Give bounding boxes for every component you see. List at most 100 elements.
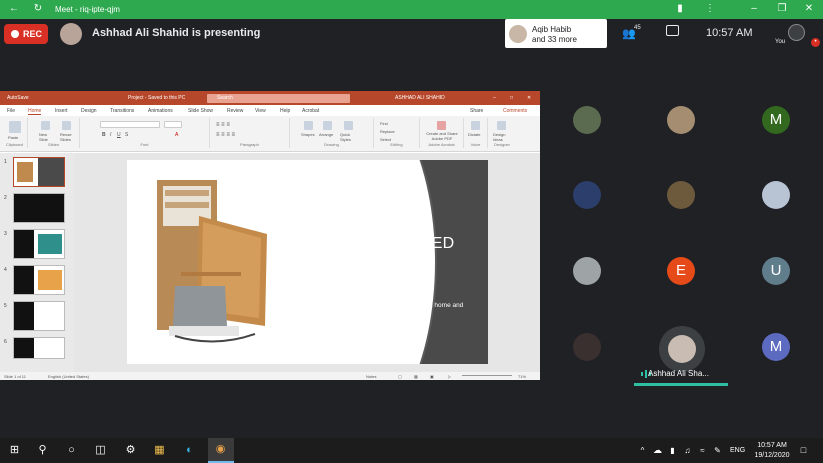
close-icon[interactable]: ✕ bbox=[803, 3, 815, 15]
share-button[interactable]: Share bbox=[470, 108, 483, 114]
chat-icon[interactable] bbox=[666, 25, 679, 36]
participant-avatar[interactable] bbox=[573, 106, 601, 134]
slide-number: 2 bbox=[4, 195, 7, 201]
slide-number: 1 bbox=[4, 159, 7, 165]
settings-gear-icon[interactable]: ⚙ bbox=[124, 444, 137, 457]
meeting-clock: 10:57 AM bbox=[706, 27, 753, 39]
maximize-icon[interactable]: ❐ bbox=[776, 3, 788, 15]
bold-icon[interactable]: B bbox=[102, 132, 106, 138]
self-avatar[interactable] bbox=[788, 24, 805, 41]
slide-thumbnail-2[interactable] bbox=[13, 193, 65, 223]
reading-view-icon[interactable]: ▣ bbox=[430, 374, 434, 379]
paste-icon[interactable] bbox=[9, 121, 21, 133]
design-ideas-icon[interactable] bbox=[497, 121, 506, 130]
participants-card[interactable]: Aqib Habib and 33 more bbox=[505, 19, 607, 48]
search-icon[interactable]: ⚲ bbox=[36, 444, 49, 457]
tab-help[interactable]: Help bbox=[280, 108, 290, 114]
battery-tray-icon[interactable]: ▮ bbox=[666, 444, 679, 457]
bullets-icon[interactable]: ≡ ≡ ≡ bbox=[216, 122, 230, 128]
slide-subtitle: An innovation in furniture and smart hom… bbox=[330, 302, 464, 317]
ppt-ribbon-tabs: File Home Insert Design Transitions Anim… bbox=[0, 105, 540, 116]
ribbon-group-drawing: Shapes Arrange Quick Styles Drawing bbox=[290, 118, 374, 148]
language-tray[interactable]: ENG bbox=[730, 447, 745, 454]
current-slide[interactable]: FOLDABLE BED WITH CHAIR AND TABLE An inn… bbox=[127, 160, 488, 364]
italic-icon[interactable]: I bbox=[110, 132, 111, 138]
back-arrow-icon[interactable]: ← bbox=[8, 3, 20, 15]
participant-letter-avatar[interactable]: E bbox=[667, 257, 695, 285]
edge-browser-icon[interactable]: ◐ bbox=[183, 444, 196, 457]
arrange-icon[interactable] bbox=[323, 121, 332, 130]
tab-transitions[interactable]: Transitions bbox=[110, 108, 134, 114]
windows-start-icon[interactable]: ⊞ bbox=[8, 444, 21, 457]
arrange-label: Arrange bbox=[319, 132, 334, 137]
taskbar-active-app[interactable]: ◉ bbox=[208, 438, 234, 463]
reuse-slides-icon[interactable] bbox=[62, 121, 71, 130]
participant-letter-avatar[interactable]: M bbox=[762, 333, 790, 361]
onedrive-icon[interactable]: ☁ bbox=[651, 444, 664, 457]
tab-file[interactable]: File bbox=[7, 108, 15, 114]
notes-button[interactable]: Notes bbox=[366, 374, 376, 379]
participant-letter-avatar[interactable]: U bbox=[762, 257, 790, 285]
ppt-minimize-icon[interactable]: – bbox=[493, 95, 496, 101]
tray-time[interactable]: 10:57 AM bbox=[754, 442, 790, 449]
new-slide-icon[interactable] bbox=[41, 121, 50, 130]
new-slide-label: New Slide bbox=[39, 132, 48, 142]
find-button[interactable]: Find bbox=[380, 121, 388, 126]
adobe-pdf-icon[interactable] bbox=[437, 121, 446, 130]
tab-view[interactable]: View bbox=[255, 108, 266, 114]
tab-review[interactable]: Review bbox=[227, 108, 243, 114]
participant-avatar[interactable] bbox=[667, 181, 695, 209]
tab-insert[interactable]: Insert bbox=[55, 108, 68, 114]
slide-thumbnail-6[interactable] bbox=[13, 337, 65, 359]
menu-dots-icon[interactable]: ⋮ bbox=[704, 3, 716, 15]
quick-styles-icon[interactable] bbox=[344, 121, 353, 130]
tab-acrobat[interactable]: Acrobat bbox=[302, 108, 319, 114]
participant-avatar[interactable] bbox=[573, 257, 601, 285]
cortana-icon[interactable]: ○ bbox=[65, 444, 78, 457]
recording-badge: REC bbox=[4, 24, 48, 44]
tray-chevron-icon[interactable]: ^ bbox=[636, 444, 649, 457]
design-ideas-label: Design Ideas bbox=[493, 132, 506, 142]
comments-button[interactable]: Comments bbox=[503, 108, 527, 114]
task-view-icon[interactable]: ◫ bbox=[94, 444, 107, 457]
notifications-icon[interactable]: □ bbox=[797, 444, 810, 457]
pen-icon[interactable]: ✎ bbox=[711, 444, 724, 457]
ppt-user-name: ASHHAD ALI SHAHID bbox=[395, 95, 445, 101]
font-size-box[interactable] bbox=[164, 121, 182, 128]
ppt-close-icon[interactable]: ✕ bbox=[527, 95, 531, 101]
reload-icon[interactable]: ↻ bbox=[32, 3, 44, 15]
dictate-icon[interactable] bbox=[471, 121, 480, 130]
participant-letter-avatar[interactable]: M bbox=[762, 106, 790, 134]
slideshow-view-icon[interactable]: ▷ bbox=[448, 374, 451, 379]
slide-thumbnail-3[interactable] bbox=[13, 229, 65, 259]
align-icon[interactable]: ≡ ≡ ≡ ≡ bbox=[216, 132, 235, 138]
underline-icon[interactable]: U bbox=[117, 132, 121, 138]
sorter-view-icon[interactable]: ▦ bbox=[414, 374, 418, 379]
font-color-icon[interactable]: A bbox=[175, 132, 178, 138]
tab-animations[interactable]: Animations bbox=[148, 108, 173, 114]
ppt-search-box[interactable]: Search bbox=[207, 94, 350, 103]
zoom-slider[interactable] bbox=[462, 375, 512, 376]
participant-avatar[interactable] bbox=[573, 333, 601, 361]
slide-thumbnail-4[interactable] bbox=[13, 265, 65, 295]
shapes-icon[interactable] bbox=[304, 121, 313, 130]
tray-date[interactable]: 19/12/2020 bbox=[752, 452, 792, 459]
wifi-icon[interactable]: ≈ bbox=[696, 444, 709, 457]
slide-thumbnail-5[interactable] bbox=[13, 301, 65, 331]
tab-design[interactable]: Design bbox=[81, 108, 97, 114]
slide-thumbnail-1[interactable] bbox=[13, 157, 65, 187]
normal-view-icon[interactable]: ▢ bbox=[398, 374, 402, 379]
tab-slide-show[interactable]: Slide Show bbox=[188, 108, 213, 114]
ppt-maximize-icon[interactable]: □ bbox=[510, 95, 513, 101]
minimize-icon[interactable]: – bbox=[748, 3, 760, 15]
volume-icon[interactable]: ♫ bbox=[681, 444, 694, 457]
participant-avatar[interactable] bbox=[667, 106, 695, 134]
file-explorer-icon[interactable]: ▦ bbox=[153, 444, 166, 457]
font-name-box[interactable] bbox=[100, 121, 160, 128]
participant-avatar[interactable] bbox=[762, 181, 790, 209]
strikethrough-icon[interactable]: S bbox=[125, 132, 128, 138]
participant-avatar[interactable] bbox=[573, 181, 601, 209]
tab-home[interactable]: Home bbox=[28, 108, 42, 115]
replace-button[interactable]: Replace bbox=[380, 129, 395, 134]
editing-group-label: Editing bbox=[390, 142, 403, 147]
